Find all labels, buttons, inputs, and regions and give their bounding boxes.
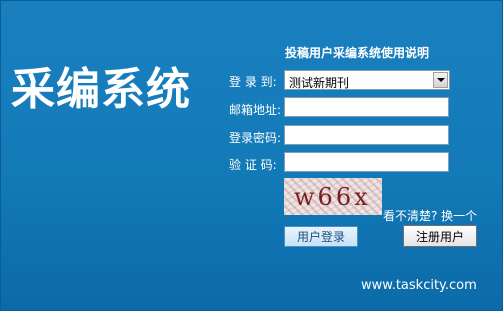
login-target-label: 登 录 到:: [229, 75, 277, 89]
password-label: 登录密码:: [229, 131, 282, 145]
register-button[interactable]: 注册用户: [403, 225, 477, 247]
site-url: www.taskcity.com: [361, 278, 477, 293]
email-field[interactable]: [284, 97, 449, 117]
login-button[interactable]: 用户登录: [284, 226, 358, 247]
chevron-down-icon[interactable]: [433, 72, 448, 88]
journal-select[interactable]: 测试新期刊: [284, 70, 450, 90]
captcha-image[interactable]: w66x: [284, 178, 382, 215]
refresh-captcha-link[interactable]: 看不清楚? 换一个: [383, 207, 477, 224]
captcha-field[interactable]: [284, 152, 449, 172]
captcha-image-text: w66x: [294, 183, 371, 211]
journal-select-value: 测试新期刊: [289, 76, 350, 90]
password-field[interactable]: [284, 125, 449, 145]
login-panel: 采编系统 投稿用户采编系统使用说明 登 录 到: 测试新期刊 邮箱地址: 登录密…: [0, 0, 503, 311]
system-logo-title: 采编系统: [11, 64, 191, 115]
email-label: 邮箱地址:: [229, 103, 282, 117]
user-guide-link[interactable]: 投稿用户采编系统使用说明: [285, 44, 429, 61]
captcha-label: 验 证 码:: [229, 158, 277, 172]
